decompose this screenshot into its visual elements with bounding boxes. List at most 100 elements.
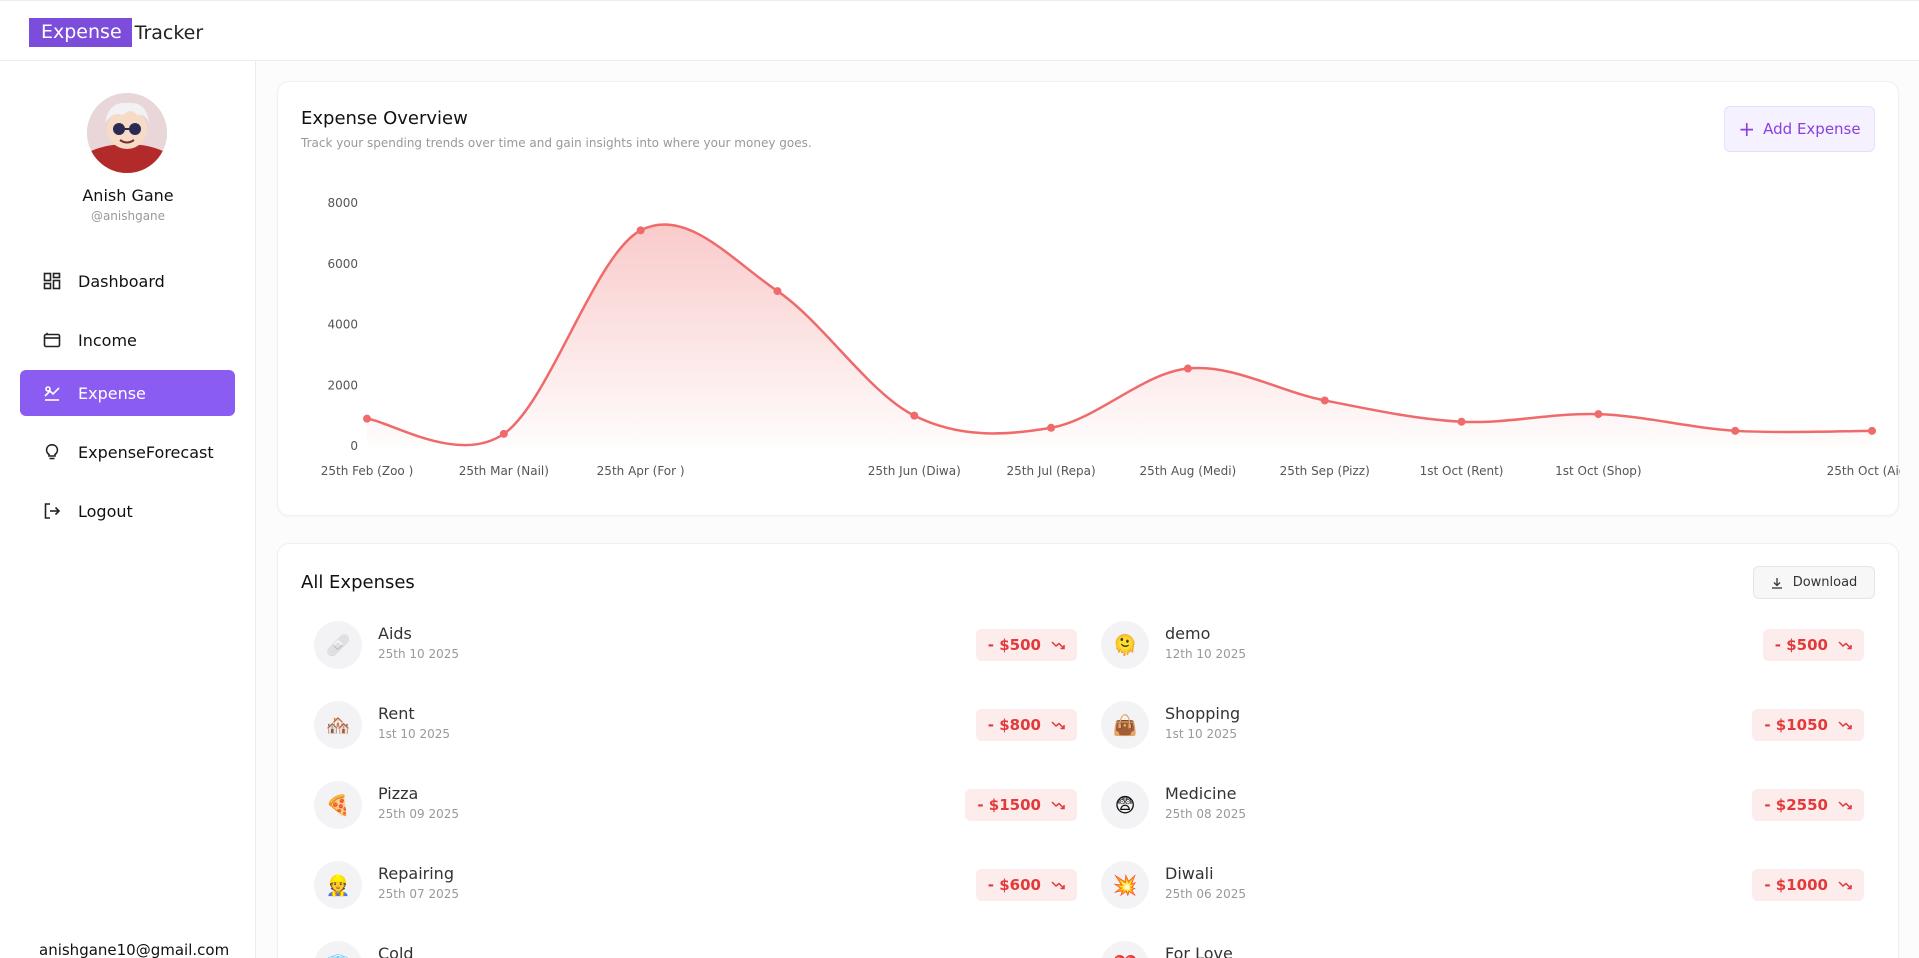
- expense-title: Rent: [378, 704, 415, 723]
- y-tick-label: 0: [350, 439, 358, 453]
- trend-down-icon: [1051, 801, 1065, 810]
- sidebar-item-label: Dashboard: [78, 271, 165, 291]
- y-tick-label: 6000: [327, 257, 358, 271]
- expense-amount-badge: - $500: [1762, 629, 1864, 661]
- data-point[interactable]: [499, 429, 508, 438]
- sidebar-item-dashboard[interactable]: Dashboard: [20, 258, 235, 304]
- expense-amount-badge: - $500: [975, 629, 1077, 661]
- expense-amount: - $1500: [977, 796, 1041, 814]
- expense-category-icon: 🩹: [314, 621, 362, 669]
- sidebar: Anish Gane @anishgane Dashboard Income E…: [0, 61, 256, 958]
- expense-amount: - $500: [987, 636, 1041, 654]
- expense-row[interactable]: ❤️ For Love: [1101, 941, 1864, 958]
- expense-icon: [43, 384, 61, 402]
- y-tick-label: 8000: [327, 196, 358, 210]
- x-tick-label: 25th Aug (Medi): [1140, 464, 1237, 478]
- expense-title: Cold: [378, 944, 414, 958]
- trend-down-icon: [1051, 641, 1065, 650]
- x-tick-label: 25th Feb (Zoo ): [321, 464, 414, 478]
- expense-row[interactable]: 💥 Diwali 25th 06 2025 - $1000: [1101, 861, 1864, 913]
- all-expenses-card: All Expenses Download 🩹 Aids 25th 10 2025 -…: [277, 543, 1899, 958]
- expense-amount-badge: - $1500: [965, 789, 1077, 821]
- expense-date: 25th 10 2025: [378, 647, 460, 661]
- logo-badge: Expense: [29, 18, 132, 47]
- sidebar-item-logout[interactable]: Logout: [20, 488, 235, 534]
- logout-icon: [43, 502, 61, 520]
- x-tick-label: 25th Oct (Aids): [1827, 464, 1900, 478]
- download-button[interactable]: Download: [1753, 566, 1875, 599]
- expense-date: 1st 10 2025: [1165, 727, 1238, 741]
- expense-amount-badge: - $2550: [1752, 789, 1864, 821]
- data-point[interactable]: [910, 411, 919, 420]
- x-tick-label: 1st Oct (Rent): [1420, 464, 1504, 478]
- expense-area: [367, 224, 1872, 446]
- expense-title: Repairing: [378, 864, 454, 883]
- expense-amount: - $800: [987, 716, 1041, 734]
- expense-row[interactable]: 😨 Medicine 25th 08 2025 - $2550: [1101, 781, 1864, 833]
- x-tick-label: 25th Apr (For ): [597, 464, 685, 478]
- expense-row[interactable]: 👜 Shopping 1st 10 2025 - $1050: [1101, 701, 1864, 753]
- x-tick-label: 25th Mar (Nail): [459, 464, 549, 478]
- expense-category-icon: ❤️: [1101, 941, 1149, 958]
- data-point[interactable]: [1047, 423, 1056, 432]
- user-name: Anish Gane: [82, 186, 174, 205]
- expense-title: Aids: [378, 624, 412, 643]
- data-point[interactable]: [363, 414, 371, 423]
- trend-down-icon: [1838, 881, 1852, 890]
- avatar-image: [87, 93, 167, 173]
- expense-overview-card: Expense Overview Track your spending tre…: [277, 81, 1900, 516]
- expense-category-icon: 💥: [1101, 861, 1149, 909]
- expense-category-icon: 🧊: [314, 941, 362, 958]
- expense-amount: - $2550: [1764, 796, 1828, 814]
- data-point[interactable]: [773, 287, 782, 296]
- expense-amount: - $1050: [1764, 716, 1828, 734]
- data-point[interactable]: [1183, 364, 1192, 373]
- top-bar: Expense Tracker: [0, 0, 1919, 61]
- expenses-title: All Expenses: [301, 572, 415, 593]
- expense-row[interactable]: 🩹 Aids 25th 10 2025 - $500: [314, 621, 1077, 673]
- sidebar-item-income[interactable]: Income: [20, 317, 235, 363]
- data-point[interactable]: [1731, 426, 1740, 435]
- expense-date: 25th 06 2025: [1165, 887, 1247, 901]
- expense-amount-badge: - $600: [975, 869, 1077, 901]
- app-logo[interactable]: Expense Tracker: [29, 18, 203, 47]
- x-tick-label: 25th Jul (Repa): [1006, 464, 1095, 478]
- x-tick-label: 25th Jun (Diwa): [868, 464, 961, 478]
- trend-down-icon: [1838, 641, 1852, 650]
- sidebar-item-label: Expense: [78, 383, 146, 403]
- sidebar-item-label: Logout: [78, 501, 133, 521]
- expense-date: 1st 10 2025: [378, 727, 451, 741]
- lightbulb-icon: [43, 443, 61, 461]
- trend-down-icon: [1838, 721, 1852, 730]
- data-point[interactable]: [1320, 396, 1329, 405]
- expense-date: 25th 07 2025: [378, 887, 460, 901]
- data-point[interactable]: [1457, 417, 1466, 426]
- expense-date: 25th 09 2025: [378, 807, 460, 821]
- sidebar-item-label: ExpenseForecast: [78, 442, 214, 462]
- trend-down-icon: [1838, 801, 1852, 810]
- expense-row[interactable]: 🧊 Cold: [314, 941, 1077, 958]
- expense-row[interactable]: 👷 Repairing 25th 07 2025 - $600: [314, 861, 1077, 913]
- wallet-icon: [43, 331, 61, 349]
- expense-amount-badge: - $800: [975, 709, 1077, 741]
- expense-title: Shopping: [1165, 704, 1241, 723]
- data-point[interactable]: [1868, 426, 1876, 435]
- download-label: Download: [1792, 575, 1858, 590]
- y-tick-label: 2000: [327, 378, 358, 392]
- y-tick-label: 4000: [327, 318, 358, 332]
- expense-row[interactable]: 🏘️ Rent 1st 10 2025 - $800: [314, 701, 1077, 753]
- data-point[interactable]: [636, 226, 645, 235]
- x-tick-label: 1st Oct (Shop): [1555, 464, 1642, 478]
- user-email: anishgane10@gmail.com: [39, 941, 230, 958]
- data-point[interactable]: [1594, 410, 1603, 419]
- expense-amount: - $1000: [1764, 876, 1828, 894]
- expense-category-icon: 👜: [1101, 701, 1149, 749]
- expense-row[interactable]: 🫠 demo 12th 10 2025 - $500: [1101, 621, 1864, 673]
- expense-category-icon: 🏘️: [314, 701, 362, 749]
- user-handle: @anishgane: [90, 209, 166, 223]
- sidebar-item-expenseforecast[interactable]: ExpenseForecast: [20, 429, 235, 475]
- sidebar-item-expense[interactable]: Expense: [20, 370, 235, 416]
- avatar[interactable]: [87, 93, 167, 173]
- expense-category-icon: 🍕: [314, 781, 362, 829]
- expense-row[interactable]: 🍕 Pizza 25th 09 2025 - $1500: [314, 781, 1077, 833]
